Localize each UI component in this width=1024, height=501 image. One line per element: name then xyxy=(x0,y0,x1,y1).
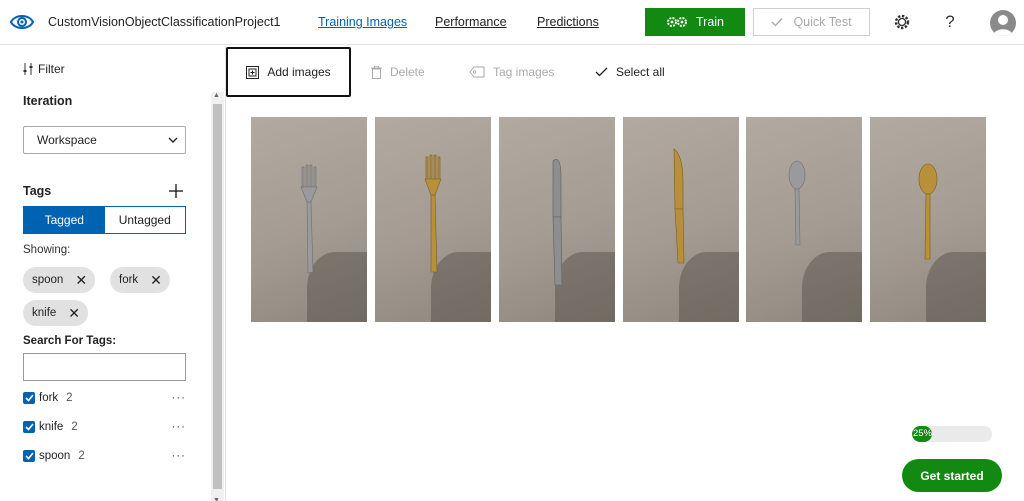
tab-training-images[interactable]: Training Images xyxy=(318,15,407,29)
iteration-heading: Iteration xyxy=(23,94,73,108)
checkbox-checked[interactable] xyxy=(23,450,35,462)
eye-logo-icon[interactable] xyxy=(10,11,34,33)
get-started-button[interactable]: Get started xyxy=(902,459,1002,492)
image-thumbnail-gold-knife[interactable] xyxy=(623,117,739,322)
add-images-icon xyxy=(246,65,260,79)
tab-predictions[interactable]: Predictions xyxy=(537,15,599,29)
filter-chip-knife: knife ✕ xyxy=(23,300,89,326)
tag-icon xyxy=(469,66,485,78)
tag-row-spoon: spoon 2 ··· xyxy=(23,447,186,465)
tags-header: Tags xyxy=(23,184,183,198)
quick-test-button[interactable]: Quick Test xyxy=(753,8,870,36)
user-avatar[interactable] xyxy=(990,10,1016,36)
image-thumbnail-gold-fork[interactable] xyxy=(375,117,491,322)
image-thumbnail-silver-fork[interactable] xyxy=(251,117,367,322)
iteration-value: Workspace xyxy=(37,133,97,147)
onboarding-progress: 25% xyxy=(912,426,992,442)
check-icon xyxy=(771,18,783,27)
tag-name: fork xyxy=(39,392,59,404)
quick-test-label: Quick Test xyxy=(793,15,852,29)
scroll-thumb[interactable] xyxy=(213,104,222,489)
filter-sliders-icon xyxy=(23,63,33,75)
add-images-label: Add images xyxy=(267,65,331,79)
image-thumbnail-silver-knife[interactable] xyxy=(499,117,615,322)
tag-count: 2 xyxy=(71,421,78,433)
search-tags-input[interactable] xyxy=(23,353,186,381)
search-tags-label: Search For Tags: xyxy=(23,335,117,347)
scroll-down-arrow-icon[interactable]: ▼ xyxy=(213,497,220,501)
image-thumbnail-silver-spoon[interactable] xyxy=(746,117,862,322)
delete-button[interactable]: Delete xyxy=(371,65,425,79)
iteration-select[interactable]: Workspace xyxy=(23,126,186,154)
tagged-toggle: Tagged Untagged xyxy=(23,206,186,234)
delete-label: Delete xyxy=(390,65,425,79)
showing-label: Showing: xyxy=(23,244,71,256)
sidebar-scrollbar[interactable]: ▲ ▼ xyxy=(211,92,224,501)
top-header: CustomVisionObjectClassificationProject1… xyxy=(0,0,1024,45)
tag-row-knife: knife 2 ··· xyxy=(23,418,186,436)
checkmark-icon xyxy=(595,67,608,77)
select-all-button[interactable]: Select all xyxy=(595,65,665,79)
select-all-label: Select all xyxy=(616,65,665,79)
tag-count: 2 xyxy=(78,450,85,462)
chip-label: spoon xyxy=(32,274,64,286)
more-options-icon[interactable]: ··· xyxy=(172,421,187,433)
remove-chip-close-icon[interactable]: ✕ xyxy=(150,273,162,287)
filter-chip-spoon: spoon ✕ xyxy=(23,267,96,293)
filter-toggle[interactable]: Filter xyxy=(22,62,65,76)
project-title: CustomVisionObjectClassificationProject1 xyxy=(48,15,281,29)
chevron-down-icon xyxy=(168,137,178,143)
add-tag-plus-icon[interactable] xyxy=(169,184,183,198)
user-silhouette-icon xyxy=(993,15,1013,36)
more-options-icon[interactable]: ··· xyxy=(172,392,187,404)
chip-label: fork xyxy=(119,274,139,286)
filter-chip-fork: fork ✕ xyxy=(110,267,170,293)
tag-name: spoon xyxy=(39,450,71,462)
image-thumbnail-gold-spoon[interactable] xyxy=(870,117,986,322)
add-images-button[interactable]: Add images xyxy=(226,47,351,97)
tab-performance[interactable]: Performance xyxy=(435,15,507,29)
left-sidebar: Filter Iteration Workspace Tags Tagged U… xyxy=(0,46,226,501)
trash-icon xyxy=(371,65,382,79)
filter-label: Filter xyxy=(38,62,65,76)
tag-row-fork: fork 2 ··· xyxy=(23,389,186,407)
tags-heading: Tags xyxy=(23,184,52,198)
checkbox-checked[interactable] xyxy=(23,421,35,433)
checkbox-checked[interactable] xyxy=(23,392,35,404)
train-label: Train xyxy=(695,15,724,29)
scroll-up-arrow-icon[interactable]: ▲ xyxy=(213,92,220,99)
tagged-tab[interactable]: Tagged xyxy=(24,207,105,233)
remove-chip-close-icon[interactable]: ✕ xyxy=(75,273,87,287)
settings-gear-icon[interactable] xyxy=(892,12,912,32)
remove-chip-close-icon[interactable]: ✕ xyxy=(68,306,80,320)
help-icon[interactable]: ? xyxy=(940,12,960,32)
chip-label: knife xyxy=(32,307,57,319)
tag-count: 2 xyxy=(66,392,73,404)
more-options-icon[interactable]: ··· xyxy=(172,450,187,462)
train-button[interactable]: Train xyxy=(645,8,745,36)
gears-icon xyxy=(666,17,687,27)
progress-label: 25% xyxy=(913,428,933,439)
tag-images-button[interactable]: Tag images xyxy=(469,65,554,79)
tag-images-label: Tag images xyxy=(493,65,555,79)
untagged-tab[interactable]: Untagged xyxy=(104,207,185,233)
tag-name: knife xyxy=(39,421,64,433)
